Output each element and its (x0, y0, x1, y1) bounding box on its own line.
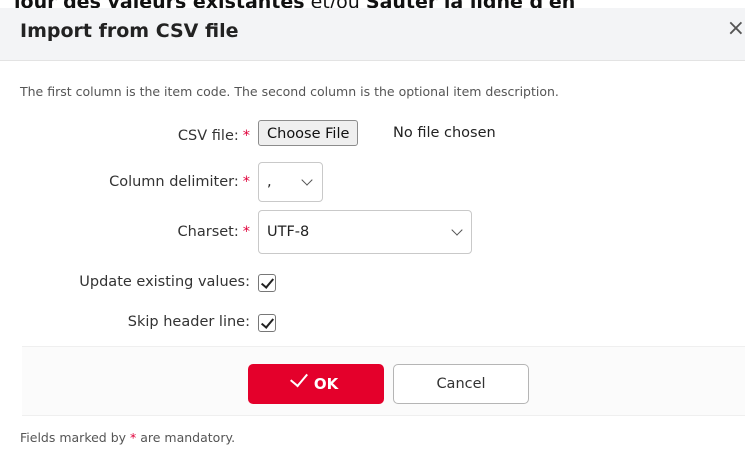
column-delimiter-label: Column delimiter: * (109, 174, 250, 190)
check-icon (289, 368, 308, 388)
skip-header-line-label: Skip header line: (127, 314, 250, 330)
ok-button-label: OK (313, 375, 339, 393)
checkmark-icon (260, 275, 275, 289)
required-marker: * (242, 174, 250, 190)
update-existing-values-checkbox[interactable] (258, 274, 276, 292)
required-marker: * (242, 128, 250, 144)
ok-button[interactable]: OK (248, 364, 384, 404)
csv-file-label: CSV file: * (177, 128, 250, 144)
update-existing-values-label: Update existing values: (79, 274, 250, 290)
column-delimiter-value: , (267, 174, 272, 190)
close-icon[interactable]: × (727, 18, 745, 40)
column-delimiter-select[interactable]: , (258, 162, 323, 202)
charset-label: Charset: * (177, 224, 250, 240)
import-csv-dialog: Import from CSV file × The first column … (0, 8, 745, 456)
charset-value: UTF-8 (267, 224, 310, 240)
chevron-down-icon (451, 224, 463, 236)
choose-file-button[interactable]: Choose File (258, 120, 359, 146)
chevron-down-icon (301, 174, 313, 186)
dialog-title: Import from CSV file (20, 20, 239, 42)
required-marker: * (242, 224, 250, 240)
checkmark-icon (260, 315, 275, 329)
charset-select[interactable]: UTF-8 (258, 210, 472, 254)
dialog-header: Import from CSV file × (0, 8, 745, 61)
skip-header-line-checkbox[interactable] (258, 314, 276, 332)
cancel-button[interactable]: Cancel (393, 364, 529, 404)
file-status-text: No file chosen (393, 125, 496, 141)
mandatory-fields-note: Fields marked by * are mandatory. (20, 430, 236, 445)
dialog-intro-text: The first column is the item code. The s… (20, 84, 559, 99)
